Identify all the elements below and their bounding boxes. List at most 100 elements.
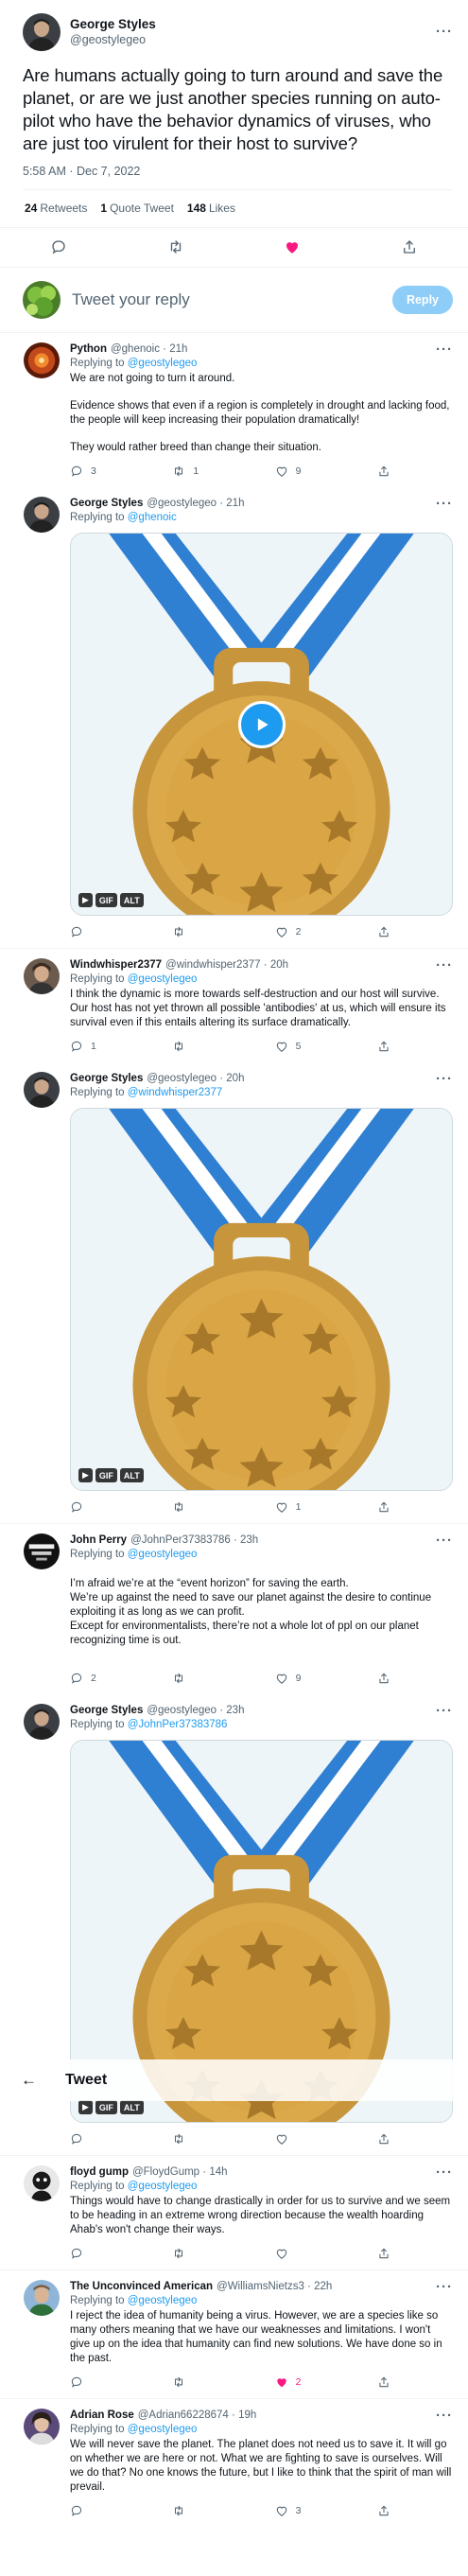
reply-time[interactable]: 22h <box>314 2281 332 2292</box>
reply-author-name[interactable]: George Styles <box>70 497 143 511</box>
like-button[interactable]: 1 <box>275 1500 313 1514</box>
retweet-button[interactable] <box>172 2375 210 2389</box>
reply-button[interactable] <box>70 1500 108 1514</box>
retweet-button[interactable] <box>172 2132 210 2146</box>
reply-author-name[interactable]: Python <box>70 342 107 357</box>
windwhisper-avatar[interactable] <box>24 958 60 994</box>
reply-author-name[interactable]: Adrian Rose <box>70 2409 134 2423</box>
reply-author-handle[interactable]: @ghenoic <box>111 343 160 355</box>
more-options-icon[interactable]: ··· <box>436 2165 453 2180</box>
reply-author-name[interactable]: Windwhisper2377 <box>70 958 162 973</box>
author-name[interactable]: George Styles <box>70 16 436 32</box>
retweet-icon[interactable] <box>165 237 186 257</box>
like-button[interactable] <box>275 2132 313 2146</box>
author-handle[interactable]: @geostylegeo <box>70 32 436 48</box>
george-styles-avatar[interactable] <box>24 1704 60 1740</box>
share-button[interactable] <box>377 1040 415 1053</box>
reply-button[interactable] <box>70 2132 108 2146</box>
reply-button[interactable] <box>70 2375 108 2389</box>
share-button[interactable] <box>377 2375 415 2389</box>
adrian-rose-avatar[interactable] <box>24 2409 60 2445</box>
reply-time[interactable]: 20h <box>270 959 288 971</box>
reply-author-handle[interactable]: @geostylegeo <box>147 1705 217 1716</box>
reply-tweet[interactable]: George Styles @geostylegeo · 21h ··· Rep… <box>0 487 468 949</box>
reply-tweet[interactable]: John Perry @JohnPer37383786 · 23h ··· Re… <box>0 1524 468 1694</box>
reply-author-name[interactable]: John Perry <box>70 1533 127 1548</box>
more-options-icon[interactable]: ··· <box>436 1533 453 1548</box>
like-button[interactable]: 5 <box>275 1040 313 1053</box>
reply-author-name[interactable]: George Styles <box>70 1704 143 1718</box>
retweet-button[interactable] <box>172 2247 210 2260</box>
share-icon[interactable] <box>399 237 420 257</box>
more-options-icon[interactable]: ··· <box>436 342 453 357</box>
pause-icon[interactable]: ▶ <box>78 1468 93 1482</box>
reply-time[interactable]: 21h <box>226 498 244 509</box>
replying-to-link[interactable]: @geostylegeo <box>128 2424 198 2435</box>
john-perry-avatar[interactable] <box>24 1533 60 1569</box>
george-styles-avatar[interactable] <box>24 1072 60 1108</box>
reply-author-handle[interactable]: @windwhisper2377 <box>165 959 261 971</box>
pause-icon[interactable]: ▶ <box>78 893 93 907</box>
more-options-icon[interactable]: ··· <box>436 958 453 973</box>
share-button[interactable] <box>377 925 415 938</box>
reply-tweet[interactable]: George Styles @geostylegeo · 20h ··· Rep… <box>0 1062 468 1524</box>
current-user-avatar[interactable] <box>23 281 61 319</box>
like-icon[interactable] <box>282 237 303 257</box>
reply-tweet[interactable]: Python @ghenoic · 21h ··· Replying to @g… <box>0 333 468 487</box>
like-button[interactable]: 9 <box>275 464 313 478</box>
replying-to-link[interactable]: @geostylegeo <box>128 2181 198 2192</box>
replying-to-link[interactable]: @windwhisper2377 <box>128 1087 223 1098</box>
reply-time[interactable]: 21h <box>169 343 187 355</box>
reply-time[interactable]: 23h <box>240 1534 258 1546</box>
alt-badge[interactable]: ALT <box>119 2100 144 2114</box>
gif-media[interactable]: ▶ GIF ALT <box>70 1108 453 1491</box>
reply-time[interactable]: 20h <box>226 1073 244 1084</box>
reply-tweet[interactable]: Windwhisper2377 @windwhisper2377 · 20h ·… <box>0 949 468 1062</box>
retweet-button[interactable]: 1 <box>172 464 210 478</box>
share-button[interactable] <box>377 2504 415 2517</box>
retweet-button[interactable] <box>172 1040 210 1053</box>
share-button[interactable] <box>377 2247 415 2260</box>
reply-author-handle[interactable]: @geostylegeo <box>147 498 217 509</box>
reply-tweet[interactable]: floyd gump @FloydGump · 14h ··· Replying… <box>0 2156 468 2270</box>
share-button[interactable] <box>377 1500 415 1514</box>
likes-stat[interactable]: 148 Likes <box>187 202 235 215</box>
unconvinced-american-avatar[interactable] <box>24 2280 60 2316</box>
replying-to-link[interactable]: @geostylegeo <box>128 973 198 985</box>
reply-button[interactable]: 2 <box>70 1672 108 1685</box>
like-button[interactable] <box>275 2247 313 2260</box>
reply-author-name[interactable]: The Unconvinced American <box>70 2280 213 2294</box>
reply-author-handle[interactable]: @FloydGump <box>132 2166 199 2178</box>
alt-badge[interactable]: ALT <box>119 1468 144 1482</box>
play-button[interactable] <box>237 700 286 748</box>
reply-author-handle[interactable]: @WilliamsNietzs3 <box>217 2281 304 2292</box>
share-button[interactable] <box>377 2132 415 2146</box>
share-button[interactable] <box>377 464 415 478</box>
reply-time[interactable]: 23h <box>226 1705 244 1716</box>
like-button[interactable]: 2 <box>275 925 313 938</box>
reply-tweet[interactable]: The Unconvinced American @WilliamsNietzs… <box>0 2270 468 2399</box>
gif-media[interactable]: ▶ GIF ALT <box>70 533 453 916</box>
george-styles-avatar[interactable] <box>24 497 60 533</box>
retweet-button[interactable] <box>172 1500 210 1514</box>
more-options-icon[interactable]: ··· <box>436 1072 453 1086</box>
python-avatar[interactable] <box>24 342 60 378</box>
tweet-timestamp[interactable]: 5:58 AM · Dec 7, 2022 <box>23 165 453 189</box>
like-button[interactable]: 9 <box>275 1672 313 1685</box>
reply-author-name[interactable]: George Styles <box>70 1072 143 1086</box>
george-styles-avatar[interactable] <box>23 13 61 51</box>
quote-tweets-stat[interactable]: 1 Quote Tweet <box>100 202 174 215</box>
like-button[interactable]: 3 <box>275 2504 313 2517</box>
pause-icon[interactable]: ▶ <box>78 2100 93 2114</box>
reply-button[interactable]: 3 <box>70 464 108 478</box>
reply-input[interactable]: Tweet your reply <box>72 290 392 309</box>
alt-badge[interactable]: ALT <box>119 893 144 907</box>
floyd-gump-avatar[interactable] <box>24 2165 60 2201</box>
reply-time[interactable]: 19h <box>238 2410 256 2421</box>
more-options-icon[interactable]: ··· <box>436 25 453 39</box>
reply-author-handle[interactable]: @Adrian66228674 <box>138 2410 229 2421</box>
more-options-icon[interactable]: ··· <box>436 1704 453 1718</box>
reply-button[interactable] <box>70 2504 108 2517</box>
reply-icon[interactable] <box>48 237 69 257</box>
replying-to-link[interactable]: @geostylegeo <box>128 2295 198 2306</box>
